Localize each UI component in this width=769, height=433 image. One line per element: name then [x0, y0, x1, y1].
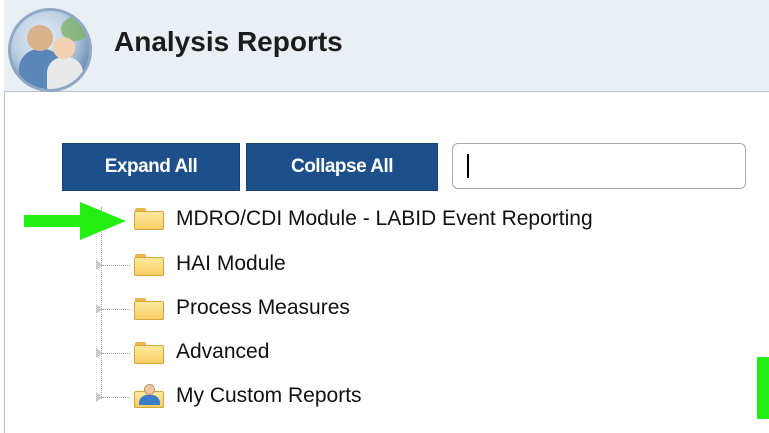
- expand-all-button[interactable]: Expand All: [62, 143, 240, 191]
- tree-branch-line: [102, 353, 130, 354]
- folder-icon[interactable]: [134, 342, 164, 364]
- folder-icon[interactable]: [134, 254, 164, 276]
- tree-item-hai-module[interactable]: HAI Module: [176, 252, 286, 276]
- green-highlight-bar: [757, 357, 769, 419]
- tree-branch-line: [102, 397, 130, 398]
- people-photo-logo-icon: [8, 8, 92, 92]
- green-arrow-icon: [24, 202, 126, 240]
- tree-item-my-custom-reports[interactable]: My Custom Reports: [176, 384, 362, 408]
- search-input[interactable]: [452, 143, 746, 189]
- folder-icon[interactable]: [134, 298, 164, 320]
- tree-item-mdro-cdi[interactable]: MDRO/CDI Module - LABID Event Reporting: [176, 207, 593, 231]
- folder-icon[interactable]: [134, 208, 164, 230]
- tree-branch-line: [102, 265, 130, 266]
- custom-reports-folder-icon[interactable]: [134, 384, 164, 410]
- tree-item-process-measures[interactable]: Process Measures: [176, 296, 350, 320]
- tree-item-advanced[interactable]: Advanced: [176, 340, 269, 364]
- page-title: Analysis Reports: [114, 26, 343, 57]
- collapse-all-button[interactable]: Collapse All: [246, 143, 438, 191]
- text-caret: [467, 154, 469, 178]
- tree-branch-line: [102, 309, 130, 310]
